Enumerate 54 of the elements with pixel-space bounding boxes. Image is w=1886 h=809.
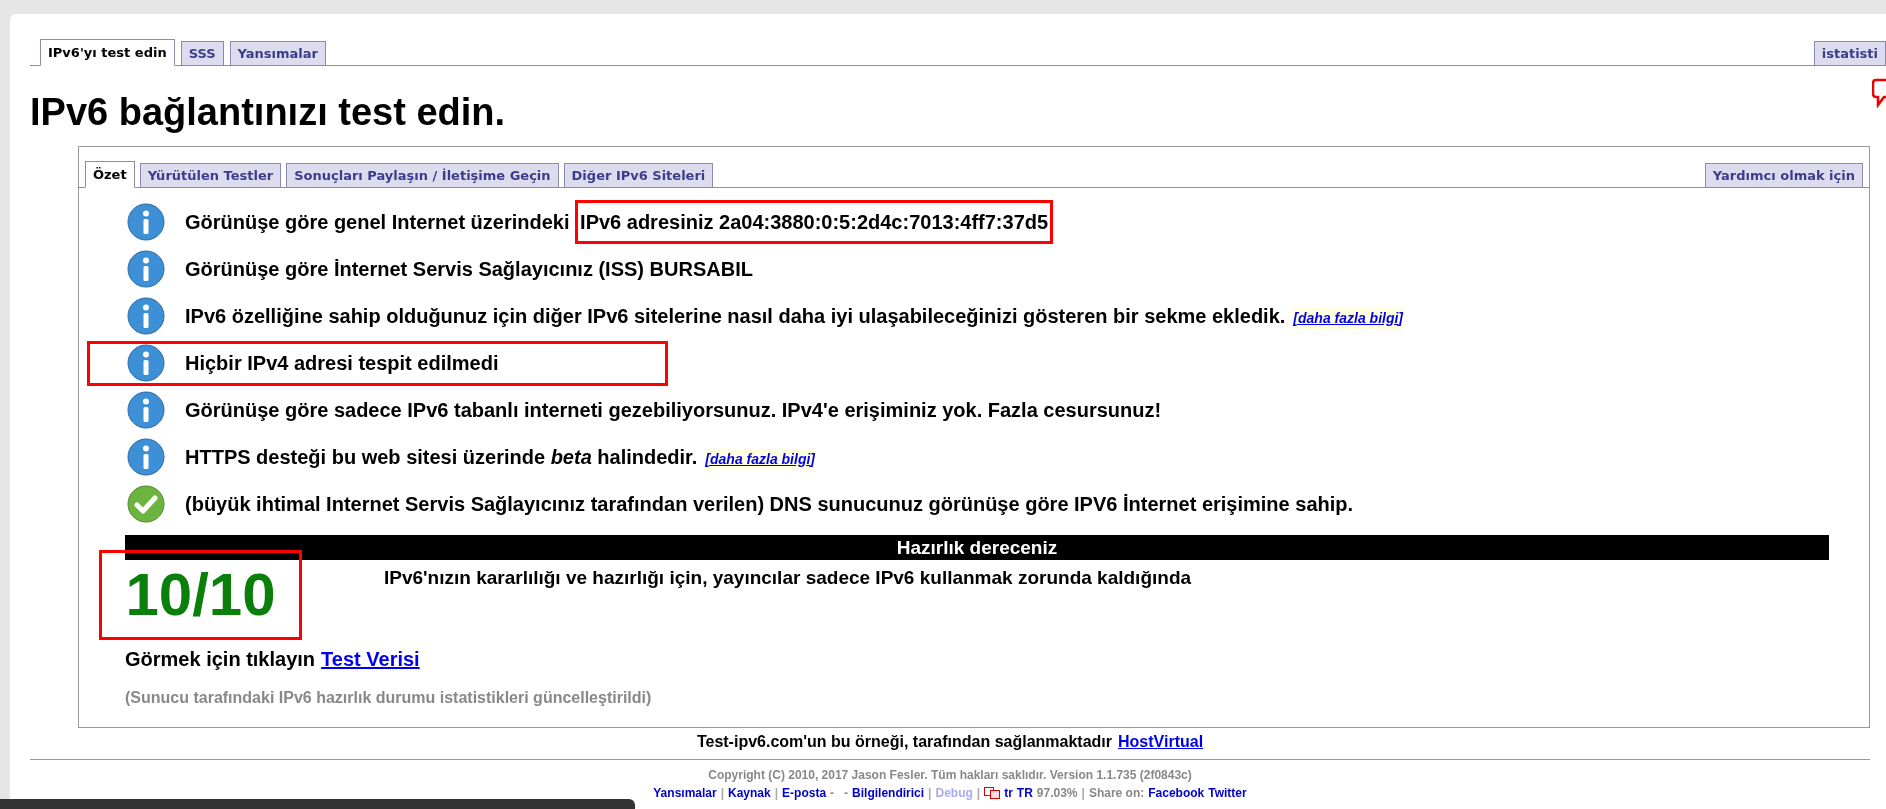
message-text: Görünüşe göre sadece IPv6 tabanlı interneti gezebiliyorsunuz. IPv4'e erişiminiz yok. Fazla cesursunuz! bbox=[185, 397, 1162, 423]
info-icon bbox=[127, 296, 165, 335]
footer-link[interactable]: Kaynak bbox=[728, 784, 771, 802]
footer-text: - - bbox=[830, 785, 849, 802]
more-info-link[interactable]: [daha fazla bilgi] bbox=[1293, 307, 1404, 329]
test-data-label: Görmek için tıklayın bbox=[125, 647, 316, 672]
footer-link[interactable]: tr bbox=[1004, 784, 1013, 802]
page-heading: IPv6 bağlantınızı test edin. bbox=[30, 90, 506, 135]
sponsor-text: Test-ipv6.com'un bu örneği, tarafından sağlanmaktadır bbox=[696, 732, 1113, 752]
tab[interactable]: Yürütülen Testler bbox=[139, 163, 282, 187]
footer-text: 97.03% bbox=[1036, 785, 1078, 802]
footer-link[interactable]: Yansımalar bbox=[653, 784, 717, 802]
readiness-note: IPv6'nızın kararlılığı ve hazırlığı için, yayıncılar sadece IPv6 kullanmak zorunda kaldığında bbox=[384, 566, 1192, 590]
more-info-link[interactable]: [daha fazla bilgi] bbox=[705, 448, 815, 470]
message-text: Görünüşe göre İnternet Servis Sağlayıcınız (ISS) BURSABIL bbox=[185, 256, 753, 282]
message-text: (büyük ihtimal Internet Servis Sağlayıcınız tarafından verilen) DNS sunucunuz görünüşe göre IPV6 İnternet erişimine sahip. bbox=[185, 491, 1354, 517]
message-text: IPv6 özelliğine sahip olduğunuz için diğer IPv6 sitelerine nasıl daha iyi ulaşabileceğinizi gösteren bir sekme ekledik. bbox=[185, 303, 1286, 329]
footer-link[interactable]: TR bbox=[1016, 784, 1033, 802]
footer-link[interactable]: E-posta bbox=[782, 784, 827, 802]
separator-text: | bbox=[720, 785, 724, 802]
test-data-link[interactable]: Test Verisi bbox=[321, 644, 420, 674]
tab[interactable]: IPv6'yı test edin bbox=[40, 39, 175, 66]
check-icon bbox=[127, 484, 165, 523]
message-text: HTTPS desteği bu web sitesi üzerinde beta halindedir. bbox=[185, 444, 698, 470]
tab[interactable]: Diğer IPv6 Siteleri bbox=[563, 163, 714, 187]
separator-text: | bbox=[1081, 785, 1085, 802]
footer-text: Share on: bbox=[1088, 785, 1145, 802]
message-text: Görünüşe göre genel Internet üzerindeki bbox=[185, 209, 571, 235]
footer-link[interactable]: Bilgilendirici bbox=[852, 784, 925, 802]
separator-text: | bbox=[976, 785, 981, 802]
score-text: 10/10 bbox=[125, 565, 276, 625]
tab[interactable]: istatisti bbox=[1813, 41, 1886, 65]
info-icon bbox=[127, 249, 165, 288]
sponsor-link[interactable]: HostVirtual bbox=[1118, 730, 1204, 754]
tab[interactable]: SSS bbox=[180, 41, 224, 65]
readiness-bar: Hazırlık dereceniz bbox=[125, 535, 1829, 560]
copyright-text: Copyright (C) 2010, 2017 Jason Fesler. Tüm hakları saklıdır. Version 1.1.735 (2f0843c) bbox=[708, 767, 1192, 784]
tab[interactable]: Özet bbox=[85, 161, 135, 188]
footer-link[interactable]: Twitter bbox=[1208, 784, 1247, 802]
footer-link[interactable]: Facebook bbox=[1148, 784, 1205, 802]
speech-bubble-icon bbox=[1872, 78, 1886, 108]
stats-note: (Sunucu tarafındaki IPv6 hazırlık durumu istatistikleri güncelleştirildi) bbox=[125, 688, 653, 708]
separator-text: | bbox=[928, 785, 932, 802]
tab[interactable]: Yardımcı olmak için bbox=[1704, 163, 1863, 187]
info-icon bbox=[127, 343, 165, 382]
highlighted-text: IPv6 adresiniz 2a04:3880:0:5:2d4c:7013:4ff7:37d5 bbox=[575, 199, 1054, 244]
tab[interactable]: Sonuçları Paylaşın / İletişime Geçin bbox=[286, 163, 559, 187]
info-icon bbox=[127, 202, 165, 241]
translate-icon bbox=[984, 787, 1001, 799]
tab[interactable]: Yansımalar bbox=[229, 41, 326, 65]
message-text: Hiçbir IPv4 adresi tespit edilmedi bbox=[185, 350, 499, 376]
separator-text: | bbox=[774, 785, 779, 802]
info-icon bbox=[127, 437, 165, 476]
info-icon bbox=[127, 390, 165, 429]
